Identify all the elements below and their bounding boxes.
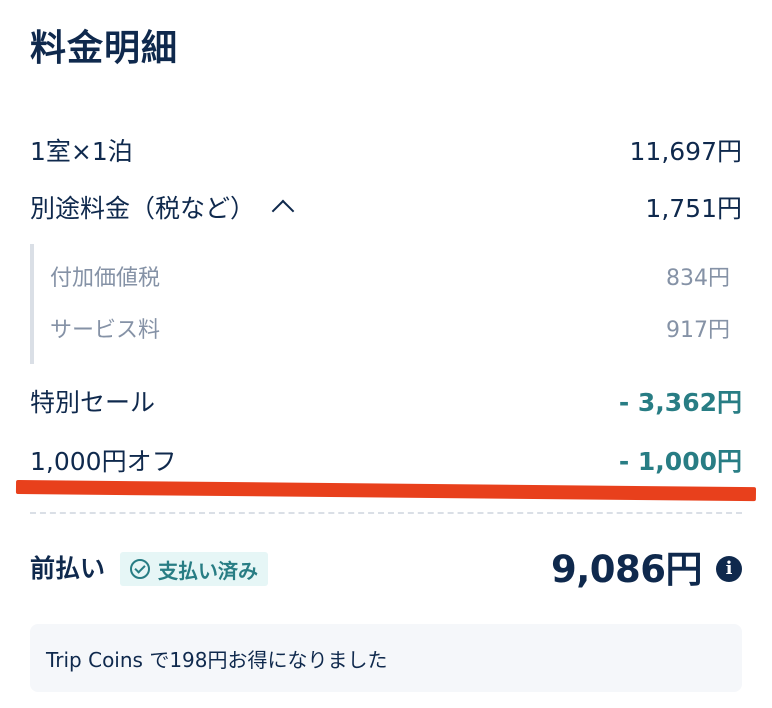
total-price: 9,086円 bbox=[550, 548, 703, 591]
info-icon[interactable]: i bbox=[716, 556, 742, 582]
room-row: 1室×1泊 11,697円 bbox=[30, 130, 742, 170]
sale-value: - 3,362円 bbox=[618, 388, 742, 417]
tax-toggle[interactable]: 別途料金（税など） bbox=[30, 189, 295, 225]
chevron-up-icon[interactable] bbox=[271, 199, 295, 223]
trip-coins-banner: Trip Coins で198円お得になりました bbox=[30, 624, 742, 692]
service-charge-label: サービス料 bbox=[50, 318, 161, 343]
coupon-label: 1,000円オフ bbox=[30, 447, 177, 476]
divider bbox=[30, 512, 742, 514]
tax-label: 別途料金（税など） bbox=[30, 194, 256, 223]
coupon-row: 1,000円オフ - 1,000円 bbox=[30, 440, 742, 480]
sale-row: 特別セール - 3,362円 bbox=[30, 381, 742, 421]
room-value: 11,697円 bbox=[629, 137, 742, 166]
page-title: 料金明細 bbox=[30, 28, 179, 69]
sale-label: 特別セール bbox=[30, 388, 156, 417]
service-charge-value: 917円 bbox=[666, 318, 730, 343]
vat-row: 付加価値税 834円 bbox=[50, 258, 730, 294]
tax-details: 付加価値税 834円 サービス料 917円 bbox=[30, 244, 730, 364]
paid-badge-label: 支払い済み bbox=[158, 558, 258, 583]
paid-badge: 支払い済み bbox=[120, 552, 268, 586]
vat-value: 834円 bbox=[666, 266, 730, 291]
vat-label: 付加価値税 bbox=[50, 266, 161, 291]
prepay-label: 前払い bbox=[30, 554, 106, 583]
price-breakdown-panel: 料金明細 1室×1泊 11,697円 別途料金（税など） 1,751円 付加価値… bbox=[0, 0, 772, 708]
tax-row[interactable]: 別途料金（税など） 1,751円 bbox=[30, 187, 742, 227]
annotation-underline bbox=[15, 480, 757, 502]
tax-value: 1,751円 bbox=[645, 194, 742, 223]
room-label: 1室×1泊 bbox=[30, 137, 133, 166]
service-charge-row: サービス料 917円 bbox=[50, 310, 730, 346]
check-circle-icon bbox=[130, 559, 150, 579]
trip-coins-message: Trip Coins で198円お得になりました bbox=[46, 647, 388, 672]
coupon-value: - 1,000円 bbox=[618, 447, 742, 476]
